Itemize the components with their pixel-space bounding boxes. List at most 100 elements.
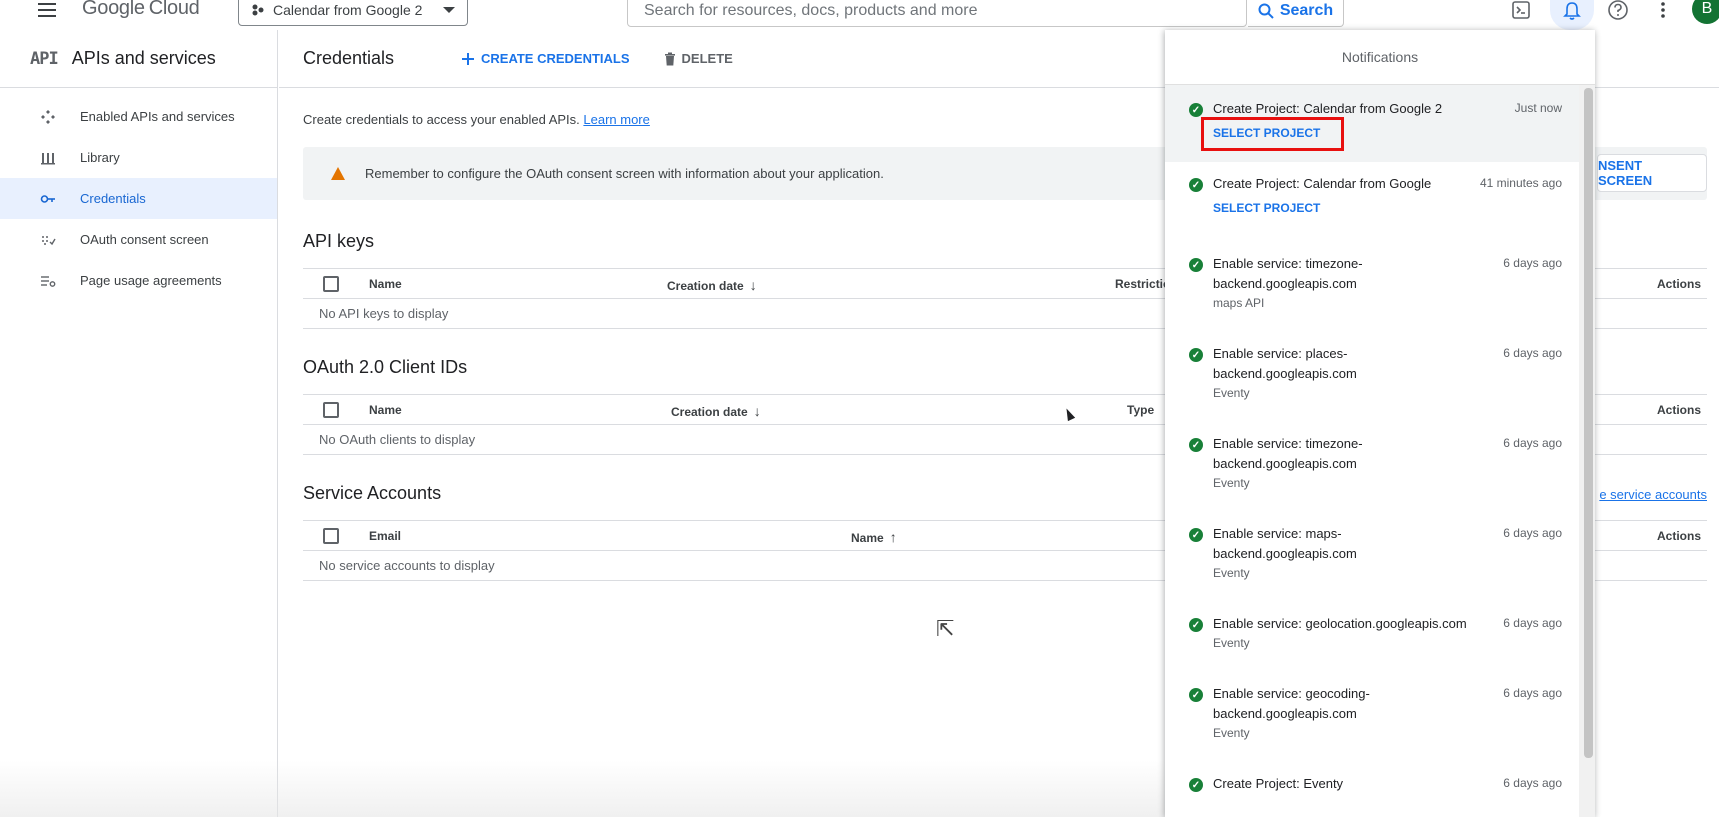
logo-google: Google: [82, 0, 145, 19]
warning-icon: [331, 167, 345, 180]
column-header: Actions: [1657, 403, 1702, 417]
nav-header: API APIs and services: [0, 30, 277, 88]
sidebar-item-oauth-consent[interactable]: OAuth consent screen: [0, 219, 277, 260]
column-header[interactable]: Email: [369, 529, 401, 543]
notification-item[interactable]: ✓ Create Project: Eventy 6 days ago: [1165, 764, 1579, 804]
notification-subtitle: maps API: [1213, 296, 1265, 310]
select-all-checkbox[interactable]: [323, 528, 339, 544]
notification-item[interactable]: ✓ Create Project: Calendar from Google 4…: [1165, 162, 1579, 244]
notification-item[interactable]: ✓ Enable service: geocoding-backend.goog…: [1165, 674, 1579, 764]
notification-subtitle: Eventy: [1213, 726, 1250, 740]
check-circle-icon: ✓: [1189, 688, 1203, 702]
left-nav: API APIs and services Enabled APIs and s…: [0, 30, 278, 817]
sidebar-item-page-usage[interactable]: Page usage agreements: [0, 260, 277, 301]
nav-title: APIs and services: [71, 48, 216, 68]
avatar-letter: B: [1701, 0, 1713, 17]
more-vert-icon[interactable]: [1650, 0, 1676, 23]
notifications-button[interactable]: [1550, 0, 1594, 30]
arrow-up-icon: ↑: [889, 529, 897, 545]
select-project-link[interactable]: SELECT PROJECT: [1213, 126, 1320, 140]
notification-title: Create Project: Eventy: [1213, 776, 1344, 791]
pointer-cursor-icon: ⇱: [936, 616, 955, 641]
notification-subtitle: Eventy: [1213, 386, 1250, 400]
configure-consent-screen-button[interactable]: NSENT SCREEN: [1597, 154, 1707, 192]
sidebar-item-label: OAuth consent screen: [80, 232, 209, 247]
search-button[interactable]: Search: [1248, 0, 1344, 27]
create-credentials-button[interactable]: CREATE CREDENTIALS: [461, 51, 630, 66]
trash-icon: [664, 52, 675, 65]
learn-more-link[interactable]: Learn more: [583, 112, 649, 127]
notification-title: Create Project: Calendar from Google: [1213, 176, 1432, 191]
api-keys-title: API keys: [303, 231, 375, 251]
cloud-shell-icon[interactable]: [1508, 0, 1534, 23]
column-header[interactable]: Name: [369, 403, 402, 417]
notification-time: 6 days ago: [1503, 346, 1562, 360]
manage-service-accounts-link[interactable]: e service accounts: [1597, 487, 1707, 502]
delete-button[interactable]: DELETE: [664, 51, 733, 66]
sidebar-item-credentials[interactable]: Credentials: [0, 178, 277, 219]
column-header-name[interactable]: Name ↑: [851, 529, 897, 545]
api-logo: API: [30, 48, 59, 69]
notification-time: 6 days ago: [1503, 526, 1562, 540]
notification-time: 6 days ago: [1503, 776, 1562, 790]
search-input[interactable]: Search for resources, docs, products and…: [627, 0, 1247, 27]
bell-icon: [1563, 2, 1581, 20]
notification-item[interactable]: ✓ Enable service: maps-backend.googleapi…: [1165, 514, 1579, 604]
delete-label: DELETE: [681, 51, 733, 66]
column-header-label: Creation date: [671, 405, 748, 419]
notification-time: 6 days ago: [1503, 256, 1562, 270]
key-icon: [40, 191, 56, 207]
project-picker[interactable]: Calendar from Google 2: [238, 0, 468, 26]
search-icon: [1258, 3, 1274, 19]
help-icon[interactable]: [1605, 0, 1631, 23]
consent-icon: [40, 232, 56, 248]
avatar[interactable]: B: [1692, 0, 1719, 24]
sidebar-item-label: Enabled APIs and services: [80, 109, 235, 124]
banner-text: Remember to configure the OAuth consent …: [365, 166, 884, 181]
notification-time: 41 minutes ago: [1479, 176, 1562, 190]
sidebar-item-label: Page usage agreements: [80, 273, 222, 288]
hamburger-menu-icon[interactable]: [38, 0, 62, 20]
notification-title: Enable service: timezone-backend.googlea…: [1213, 436, 1363, 471]
column-header[interactable]: Name: [369, 277, 402, 291]
notifications-list: ✓ Create Project: Calendar from Google 2…: [1165, 85, 1579, 804]
settings-list-icon: [40, 273, 56, 289]
check-circle-icon: ✓: [1189, 528, 1203, 542]
arrow-down-icon: ↓: [749, 277, 757, 293]
consent-button-label: NSENT SCREEN: [1598, 158, 1653, 188]
notification-item[interactable]: ✓ Enable service: places-backend.googlea…: [1165, 334, 1579, 424]
notification-item[interactable]: ✓ Enable service: geolocation.googleapis…: [1165, 604, 1579, 674]
select-project-link[interactable]: SELECT PROJECT: [1213, 201, 1320, 215]
notification-time: 6 days ago: [1503, 436, 1562, 450]
search-button-label: Search: [1279, 1, 1334, 19]
sidebar-item-enabled-apis[interactable]: Enabled APIs and services: [0, 96, 277, 137]
notification-item[interactable]: ✓ Create Project: Calendar from Google 2…: [1165, 85, 1579, 162]
notification-title: Enable service: places-backend.googleapi…: [1213, 346, 1357, 381]
select-all-checkbox[interactable]: [323, 276, 339, 292]
caret-down-icon: [443, 7, 455, 13]
select-all-checkbox[interactable]: [323, 402, 339, 418]
notification-time: Just now: [1514, 101, 1562, 115]
page-title: Credentials: [303, 48, 395, 68]
scrollbar-thumb[interactable]: [1584, 88, 1593, 758]
column-header-creation-date[interactable]: Creation date ↓: [671, 403, 761, 419]
notification-title: Enable service: maps-backend.googleapis.…: [1213, 526, 1357, 561]
notifications-title: Notifications: [1165, 30, 1595, 85]
arrow-down-icon: ↓: [753, 403, 761, 419]
intro-text-row: Create credentials to access your enable…: [303, 112, 650, 127]
column-header-creation-date[interactable]: Creation date ↓: [667, 277, 757, 293]
notification-title: Create Project: Calendar from Google 2: [1213, 101, 1443, 116]
notification-subtitle: Eventy: [1213, 566, 1250, 580]
plus-icon: [462, 52, 474, 65]
project-name: Calendar from Google 2: [273, 2, 423, 18]
notifications-panel: Notifications ✓ Create Project: Calendar…: [1165, 30, 1595, 817]
notification-item[interactable]: ✓ Enable service: timezone-backend.googl…: [1165, 244, 1579, 334]
project-dots-icon: [252, 4, 264, 16]
search-placeholder: Search for resources, docs, products and…: [644, 1, 978, 19]
google-cloud-logo[interactable]: Google Cloud: [82, 0, 200, 20]
column-header[interactable]: Type: [1127, 403, 1154, 417]
notification-subtitle: Eventy: [1213, 636, 1250, 650]
sidebar-item-library[interactable]: Library: [0, 137, 277, 178]
notification-item[interactable]: ✓ Enable service: timezone-backend.googl…: [1165, 424, 1579, 514]
service-accounts-title: Service Accounts: [303, 483, 442, 503]
